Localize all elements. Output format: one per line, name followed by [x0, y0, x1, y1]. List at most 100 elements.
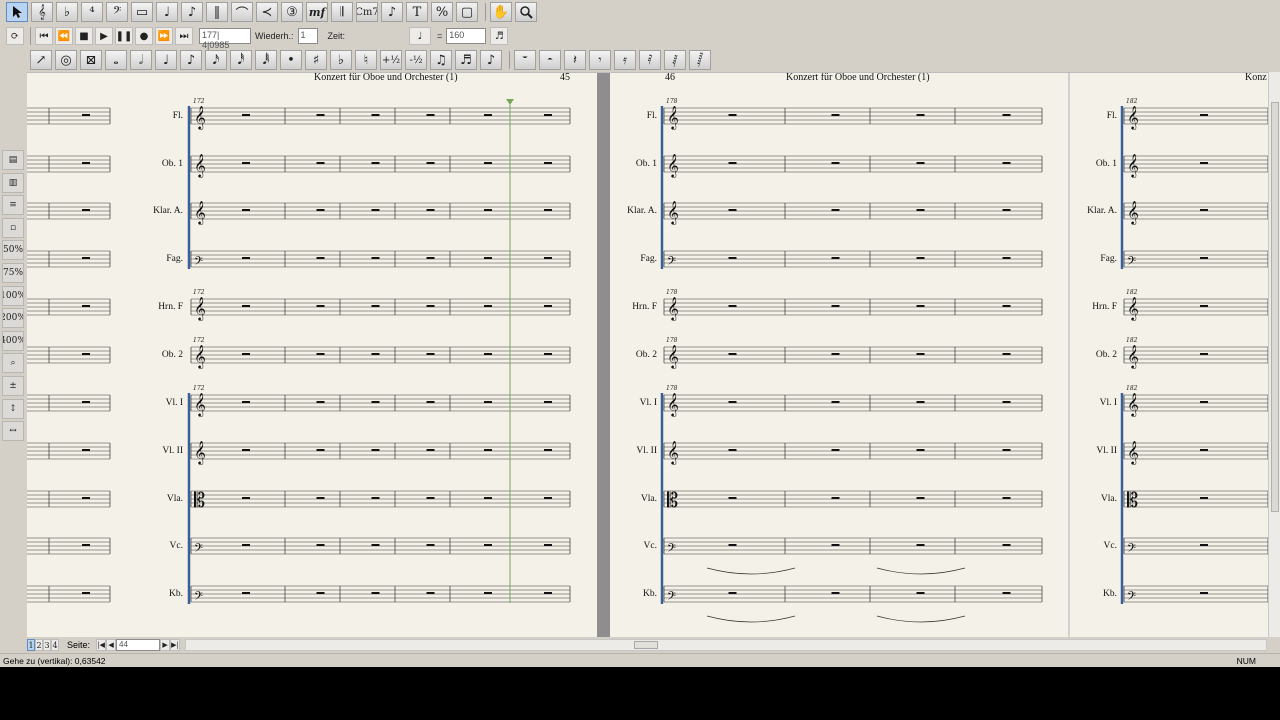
instrument-label: Ob. 1	[1095, 159, 1117, 169]
scroll-thumb[interactable]	[634, 641, 658, 649]
octave-up-icon[interactable]: +½	[380, 50, 402, 70]
whole-note-icon[interactable]: 𝅝	[105, 50, 127, 70]
page-number: 46	[665, 72, 675, 83]
instrument-label: Hrn. F	[1092, 302, 1117, 312]
zoom-50-icon[interactable]: 50%	[2, 240, 24, 261]
zoom-400-icon[interactable]: 400%	[2, 330, 24, 351]
text-icon[interactable]: T	[406, 2, 428, 22]
sixtyfourth-rest-icon[interactable]: 𝅁	[664, 50, 686, 70]
page-view-icon[interactable]: ▤	[2, 150, 24, 170]
zoom-75-icon[interactable]: 75%	[2, 262, 24, 283]
zoom-tool-icon[interactable]: ⌕	[2, 353, 24, 374]
key-signature-icon[interactable]: ♭	[56, 2, 78, 22]
grace-note-icon[interactable]: ♪	[381, 2, 403, 22]
percent-icon[interactable]: %	[431, 2, 453, 22]
hand-icon[interactable]: ✋	[490, 2, 512, 22]
position-field[interactable]: 177| 4|0985	[199, 28, 251, 50]
quarter-rest-icon[interactable]: 𝄽	[564, 50, 586, 70]
half-note-icon[interactable]: 𝅗𝅥	[130, 50, 152, 70]
tuplet-note-icon[interactable]: ♪	[480, 50, 502, 70]
sixteenth-rest-icon[interactable]: 𝄿	[614, 50, 636, 70]
rest-icon[interactable]: ▭	[131, 2, 153, 22]
loop-icon[interactable]: ⟳	[6, 27, 24, 45]
record-icon[interactable]: ●	[135, 27, 153, 45]
thirtysecond-rest-icon[interactable]: 𝅀	[639, 50, 661, 70]
horizontal-scrollbar[interactable]	[185, 639, 1267, 651]
zoom-200-icon[interactable]: 200%	[2, 308, 24, 329]
voice-icon[interactable]: ‖	[206, 2, 228, 22]
dynamics-icon[interactable]: mf	[306, 2, 328, 22]
whole-rest	[831, 209, 840, 211]
fast-forward-icon[interactable]: ⏩	[155, 27, 173, 45]
zoom-in-out-icon[interactable]: ±	[2, 375, 24, 396]
whole-rest	[916, 544, 925, 546]
whole-rest-icon[interactable]: 𝄻	[514, 50, 536, 70]
half-rest-icon[interactable]: 𝄼	[539, 50, 561, 70]
stop-icon[interactable]: ■	[75, 27, 93, 45]
page-icon[interactable]: ▢	[456, 2, 478, 22]
whole-rest	[916, 257, 925, 259]
fit-icon[interactable]: ▫	[2, 217, 24, 238]
dot-icon[interactable]: •	[280, 50, 302, 70]
play-icon[interactable]: ▶	[95, 27, 113, 45]
flat-icon[interactable]: ♭	[330, 50, 352, 70]
select-arrow-icon[interactable]	[6, 2, 28, 22]
layer-tab[interactable]: 4	[51, 639, 59, 651]
chord-symbol-icon[interactable]: Cm7	[356, 2, 378, 22]
whole-rest	[728, 544, 737, 546]
slur	[706, 615, 796, 623]
beam-icon[interactable]: ⊠	[80, 50, 102, 70]
slur-icon[interactable]: ⌒	[231, 2, 253, 22]
hairpin-icon[interactable]: ≺	[256, 2, 278, 22]
tie-icon[interactable]: ◎	[55, 50, 77, 70]
horizontal-fit-icon[interactable]: ↔	[2, 421, 24, 442]
part-view-icon[interactable]: ▥	[2, 172, 24, 193]
tempo-note-icon[interactable]: ♩	[409, 27, 432, 45]
metronome-icon[interactable]: ♬	[490, 27, 509, 45]
score-canvas[interactable]: 𝄞 𝄞 𝄞 𝄢 𝄞 𝄞 𝄞 𝄞 𝄡 𝄢 𝄢 𝄞 𝄞 𝄞 𝄢 𝄞 𝄞 𝄞 𝄞 𝄡 𝄢 𝄢 𝄞 𝄞 𝄞 𝄢 𝄞 𝄞 𝄞 𝄞 𝄡 𝄢 𝄢 172 172 1…	[27, 72, 1268, 637]
treble-clef-icon[interactable]: 𝄞	[31, 2, 53, 22]
first-page-icon[interactable]: |◀	[96, 639, 107, 651]
time-signature-icon[interactable]: ⁴	[81, 2, 103, 22]
quarter-note-icon[interactable]: ♩	[156, 2, 178, 22]
sharp-icon[interactable]: ♯	[305, 50, 327, 70]
layer-tab[interactable]: 3	[43, 639, 51, 651]
articulation-icon[interactable]: ↗	[30, 50, 52, 70]
bass-clef-icon[interactable]: 𝄢	[106, 2, 128, 22]
whole-rest	[728, 114, 737, 116]
eighth-note-icon[interactable]: ♪	[180, 50, 202, 70]
barline-icon[interactable]: 𝄂	[331, 2, 353, 22]
eighth-pair-icon[interactable]: ♫	[430, 50, 452, 70]
vertical-scrollbar[interactable]	[1268, 72, 1280, 637]
sixtyfourth-note-icon[interactable]: 𝅘𝅥𝅱	[255, 50, 277, 70]
beamed-sixteenths-icon[interactable]: ♬	[455, 50, 477, 70]
tempo-field[interactable]: 160	[446, 28, 487, 44]
staff-view-icon[interactable]: ≡	[2, 195, 24, 216]
eighth-note-icon[interactable]: ♪	[181, 2, 203, 22]
tuplet-icon[interactable]: ③	[281, 2, 303, 22]
zoom-icon[interactable]	[515, 2, 537, 22]
sixteenth-note-icon[interactable]: 𝅘𝅥𝅯	[205, 50, 227, 70]
rewind-icon[interactable]: ⏪	[55, 27, 73, 45]
whole-rest	[316, 114, 325, 116]
scroll-thumb[interactable]	[1271, 102, 1279, 512]
quarter-note-icon[interactable]: ♩	[155, 50, 177, 70]
octave-down-icon[interactable]: -½	[405, 50, 427, 70]
pause-icon[interactable]: ❚❚	[115, 27, 133, 45]
next-page-icon[interactable]: ▶	[160, 639, 171, 651]
page-field[interactable]: 44	[116, 639, 161, 651]
slur	[876, 615, 966, 623]
thirtysecond-note-icon[interactable]: 𝅘𝅥𝅰	[230, 50, 252, 70]
zoom-100-icon[interactable]: 100%	[2, 285, 24, 306]
forward-end-icon[interactable]: ⏭	[175, 27, 193, 45]
layer-tab[interactable]: 2	[35, 639, 43, 651]
vertical-fit-icon[interactable]: ↕	[2, 398, 24, 419]
eighth-rest-icon[interactable]: 𝄾	[589, 50, 611, 70]
repeat-field[interactable]: 1	[297, 28, 318, 44]
rewind-start-icon[interactable]: ⏮	[35, 27, 53, 45]
natural-icon[interactable]: ♮	[355, 50, 377, 70]
layer-tab[interactable]: 1	[27, 639, 35, 651]
prev-page-icon[interactable]: ◀	[106, 639, 117, 651]
last-page-icon[interactable]: ▶|	[170, 639, 181, 651]
onetwentyeighth-rest-icon[interactable]: 𝅂	[689, 50, 711, 70]
